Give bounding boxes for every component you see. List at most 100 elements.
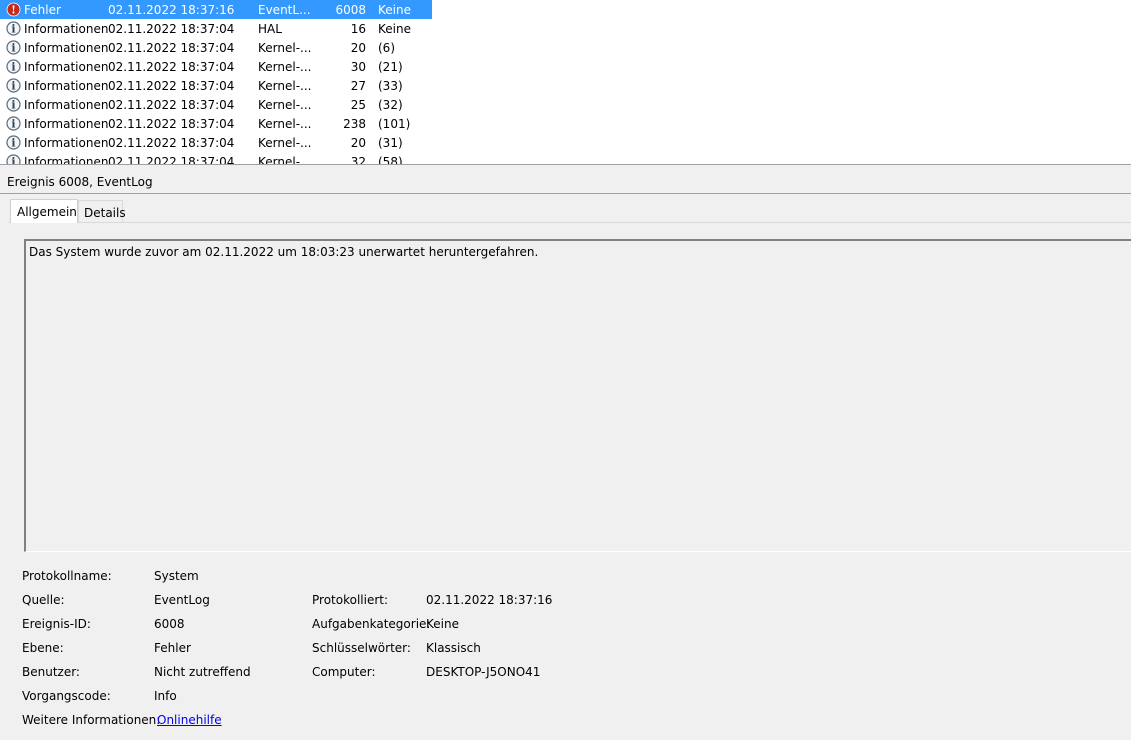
event-level: Informationen: [24, 117, 109, 131]
svg-text:i: i: [11, 118, 15, 131]
svg-text:!: !: [11, 4, 16, 17]
error-icon: !: [6, 2, 21, 17]
event-task-category: Keine: [378, 22, 411, 36]
event-id: 238: [343, 117, 366, 131]
event-row[interactable]: i Informationen 02.11.2022 18:37:04 Kernel-…: [0, 152, 432, 164]
event-row[interactable]: i Informationen 02.11.2022 18:37:04 Kernel-…: [0, 57, 432, 76]
logged-value: 02.11.2022 18:37:16: [426, 593, 553, 607]
event-id: 20: [350, 41, 366, 55]
event-task-category: (58): [378, 155, 403, 164]
more-info-label: Weitere Informationen:: [22, 713, 161, 727]
keywords-label: Schlüsselwörter:: [312, 641, 411, 655]
svg-text:i: i: [11, 61, 15, 74]
event-id: 27: [350, 79, 366, 93]
divider: [0, 193, 1131, 194]
user-value: Nicht zutreffend: [154, 665, 251, 679]
event-row[interactable]: i Informationen 02.11.2022 18:37:04 Kernel-…: [0, 76, 432, 95]
event-source: Kernel-...: [258, 41, 312, 55]
event-id: 16: [350, 22, 366, 36]
event-date: 02.11.2022 18:37:16: [108, 3, 235, 17]
event-id: 30: [350, 60, 366, 74]
event-task-category: (6): [378, 41, 395, 55]
info-icon: i: [6, 154, 21, 164]
event-task-category: (101): [378, 117, 411, 131]
source-value: EventLog: [154, 593, 210, 607]
event-description-box[interactable]: Das System wurde zuvor am 02.11.2022 um …: [24, 239, 1131, 552]
event-date: 02.11.2022 18:37:04: [108, 98, 235, 112]
svg-text:i: i: [11, 80, 15, 93]
info-icon: i: [6, 116, 21, 131]
event-source: EventL...: [258, 3, 311, 17]
log-name-label: Protokollname:: [22, 569, 112, 583]
info-icon: i: [6, 59, 21, 74]
event-level: Informationen: [24, 22, 109, 36]
event-row[interactable]: i Informationen 02.11.2022 18:37:04 Kernel-…: [0, 133, 432, 152]
logged-label: Protokolliert:: [312, 593, 389, 607]
event-level: Informationen: [24, 98, 109, 112]
event-date: 02.11.2022 18:37:04: [108, 136, 235, 150]
event-id-label: Ereignis-ID:: [22, 617, 91, 631]
computer-value: DESKTOP-J5ONO41: [426, 665, 541, 679]
svg-text:i: i: [11, 23, 15, 36]
event-task-category: (32): [378, 98, 403, 112]
tab-general-label: Allgemein: [17, 205, 77, 219]
event-level: Informationen: [24, 60, 109, 74]
event-detail-pane: Ereignis 6008, EventLog Allgemein Detail…: [0, 165, 1131, 740]
tab-details-label: Details: [84, 206, 126, 220]
event-source: Kernel-...: [258, 136, 312, 150]
event-level: Informationen: [24, 136, 109, 150]
event-date: 02.11.2022 18:37:04: [108, 155, 235, 164]
event-level: Informationen: [24, 41, 109, 55]
event-id: 32: [350, 155, 366, 164]
event-date: 02.11.2022 18:37:04: [108, 60, 235, 74]
user-label: Benutzer:: [22, 665, 80, 679]
tab-details[interactable]: Details: [78, 200, 126, 222]
event-level: Informationen: [24, 79, 109, 93]
opcode-label: Vorgangscode:: [22, 689, 111, 703]
info-icon: i: [6, 21, 21, 36]
event-list[interactable]: ! Fehler 02.11.2022 18:37:16 EventL... 6008 K…: [0, 0, 1131, 164]
divider: [9, 222, 1131, 223]
event-id-value: 6008: [154, 617, 185, 631]
svg-text:i: i: [11, 137, 15, 150]
event-row[interactable]: i Informationen 02.11.2022 18:37:04 HAL 16 Ke…: [0, 19, 432, 38]
computer-label: Computer:: [312, 665, 376, 679]
event-date: 02.11.2022 18:37:04: [108, 79, 235, 93]
info-icon: i: [6, 78, 21, 93]
event-source: Kernel-...: [258, 155, 312, 164]
event-source: HAL: [258, 22, 282, 36]
svg-text:i: i: [11, 42, 15, 55]
event-source: Kernel-...: [258, 117, 312, 131]
log-name-value: System: [154, 569, 199, 583]
detail-title: Ereignis 6008, EventLog: [7, 175, 153, 189]
event-row[interactable]: ! Fehler 02.11.2022 18:37:16 EventL... 6008 K…: [0, 0, 432, 19]
event-task-category: (21): [378, 60, 403, 74]
task-category-label: Aufgabenkategorie:: [312, 617, 431, 631]
info-icon: i: [6, 97, 21, 112]
info-icon: i: [6, 40, 21, 55]
event-date: 02.11.2022 18:37:04: [108, 22, 235, 36]
event-date: 02.11.2022 18:37:04: [108, 117, 235, 131]
event-source: Kernel-...: [258, 98, 312, 112]
opcode-value: Info: [154, 689, 177, 703]
event-row[interactable]: i Informationen 02.11.2022 18:37:04 Kernel-…: [0, 114, 432, 133]
level-value: Fehler: [154, 641, 191, 655]
task-category-value: Keine: [426, 617, 459, 631]
event-date: 02.11.2022 18:37:04: [108, 41, 235, 55]
keywords-value: Klassisch: [426, 641, 481, 655]
event-level: Fehler: [24, 3, 61, 17]
level-label: Ebene:: [22, 641, 64, 655]
tab-general[interactable]: Allgemein: [10, 199, 78, 223]
event-source: Kernel-...: [258, 79, 312, 93]
svg-text:i: i: [11, 99, 15, 112]
event-task-category: (31): [378, 136, 403, 150]
event-row[interactable]: i Informationen 02.11.2022 18:37:04 Kernel-…: [0, 95, 432, 114]
source-label: Quelle:: [22, 593, 65, 607]
event-source: Kernel-...: [258, 60, 312, 74]
event-task-category: Keine: [378, 3, 411, 17]
event-description: Das System wurde zuvor am 02.11.2022 um …: [29, 245, 539, 259]
event-task-category: (33): [378, 79, 403, 93]
online-help-link[interactable]: Onlinehilfe: [157, 713, 222, 727]
event-id: 20: [350, 136, 366, 150]
event-row[interactable]: i Informationen 02.11.2022 18:37:04 Kernel-…: [0, 38, 432, 57]
